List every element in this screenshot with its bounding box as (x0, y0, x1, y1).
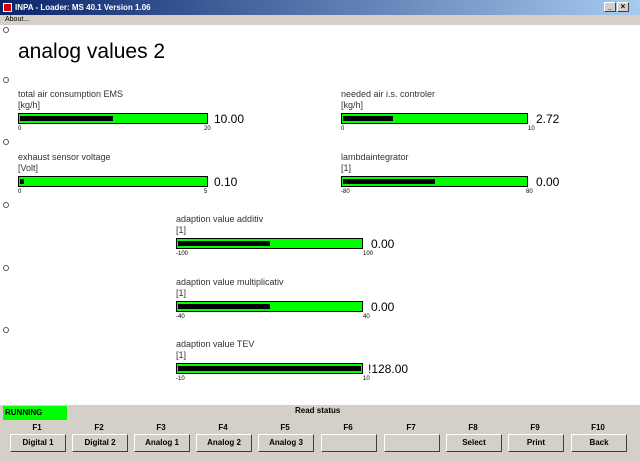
gauge-unit: [1] (176, 225, 187, 235)
window-title: INPA - Loader: MS 40.1 Version 1.06 (15, 3, 151, 12)
f6-button[interactable] (321, 434, 377, 452)
fkey-label-f5: F5 (280, 423, 290, 432)
gauge-min: -80 (341, 189, 350, 195)
f7-button[interactable] (384, 434, 440, 452)
gauge-bar (18, 113, 208, 124)
minimize-icon[interactable]: _ (604, 2, 616, 12)
menu-about[interactable]: About... (5, 15, 29, 25)
gauge-fill (20, 116, 113, 121)
gauge-value: 10.00 (214, 112, 245, 126)
gauge-label: exhaust sensor voltage (18, 152, 111, 162)
gauge-adaption-multiplicativ: adaption value multiplicativ [1] 0.00 -4… (176, 277, 436, 325)
row-marker-icon (3, 202, 9, 208)
gauge-label: adaption value additiv (176, 214, 264, 224)
gauge-bar (341, 176, 528, 187)
analog-3-button[interactable]: Analog 3 (258, 434, 314, 452)
gauge-adaption-additiv: adaption value additiv [1] 0.00 -100 100 (176, 214, 436, 262)
fkey-label-f10: F10 (591, 423, 605, 432)
select-button[interactable]: Select (446, 434, 502, 452)
fkey-label-f7: F7 (406, 423, 416, 432)
gauge-max: 10 (528, 126, 535, 132)
gauge-unit: [kg/h] (341, 100, 364, 110)
row-marker-icon (3, 139, 9, 145)
gauge-max: 100 (363, 251, 374, 257)
close-icon[interactable]: × (617, 2, 629, 12)
gauge-label: total air consumption EMS (18, 89, 124, 99)
gauge-exhaust-sensor-voltage: exhaust sensor voltage [Volt] 0.10 0 5 (18, 152, 258, 200)
fkey-label-f8: F8 (468, 423, 478, 432)
gauge-unit: [1] (341, 163, 352, 173)
gauge-fill (343, 179, 435, 184)
gauge-bar (18, 176, 208, 187)
digital-1-button[interactable]: Digital 1 (10, 434, 66, 452)
gauge-min: 0 (18, 126, 22, 132)
status-read: Read status (295, 406, 341, 415)
gauge-value: 0.00 (371, 300, 395, 314)
fkey-label-f4: F4 (218, 423, 228, 432)
gauge-value: 0.00 (371, 237, 395, 251)
gauge-label: lambdaintegrator (341, 152, 409, 162)
row-marker-icon (3, 27, 9, 33)
back-button[interactable]: Back (571, 434, 627, 452)
gauge-min: -10 (176, 376, 185, 382)
gauge-label: adaption value multiplicativ (176, 277, 284, 287)
gauge-label: needed air i.s. controler (341, 89, 436, 99)
gauge-adaption-tev: adaption value TEV [1] !128.00 -10 10 (176, 339, 436, 387)
gauge-unit: [kg/h] (18, 100, 41, 110)
title-bar: INPA - Loader: MS 40.1 Version 1.06 _ × (0, 0, 640, 15)
gauge-max: 80 (526, 189, 533, 195)
gauge-min: 0 (341, 126, 345, 132)
menu-bar: About... (0, 15, 640, 25)
row-marker-icon (3, 327, 9, 333)
gauge-min: -100 (176, 251, 189, 257)
gauge-value: 0.00 (536, 175, 560, 189)
gauge-fill (178, 366, 361, 371)
gauge-lambdaintegrator: lambdaintegrator [1] 0.00 -80 80 (341, 152, 581, 200)
gauge-max: 5 (204, 189, 208, 195)
row-marker-icon (3, 77, 9, 83)
gauge-value: 2.72 (536, 112, 560, 126)
page-title: analog values 2 (18, 40, 166, 63)
gauge-fill (178, 304, 270, 309)
gauge-fill (178, 241, 270, 246)
analog-2-button[interactable]: Analog 2 (196, 434, 252, 452)
content-area: analog values 2 total air consumption EM… (0, 25, 640, 405)
gauge-bar (341, 113, 528, 124)
row-marker-icon (3, 265, 9, 271)
fkey-label-f9: F9 (530, 423, 540, 432)
analog-1-button[interactable]: Analog 1 (134, 434, 190, 452)
gauge-total-air-consumption: total air consumption EMS [kg/h] 10.00 0… (18, 89, 258, 137)
gauge-fill (20, 179, 24, 184)
gauge-label: adaption value TEV (176, 339, 255, 349)
gauge-bar (176, 301, 363, 312)
gauge-unit: [1] (176, 288, 187, 298)
print-button[interactable]: Print (508, 434, 564, 452)
gauge-max: 20 (204, 126, 211, 132)
digital-2-button[interactable]: Digital 2 (72, 434, 128, 452)
gauge-needed-air: needed air i.s. controler [kg/h] 2.72 0 … (341, 89, 581, 137)
gauge-max: 10 (363, 376, 370, 382)
gauge-bar (176, 238, 363, 249)
gauge-min: -40 (176, 314, 185, 320)
status-running: RUNNING (3, 406, 67, 420)
gauge-fill (343, 116, 393, 121)
fkey-label-f2: F2 (94, 423, 104, 432)
fkey-label-f6: F6 (343, 423, 353, 432)
gauge-bar (176, 363, 363, 374)
app-icon (3, 3, 12, 12)
gauge-unit: [Volt] (18, 163, 39, 173)
fkey-label-f1: F1 (32, 423, 42, 432)
gauge-unit: [1] (176, 350, 187, 360)
gauge-value: !128.00 (368, 362, 409, 376)
gauge-min: 0 (18, 189, 22, 195)
gauge-value: 0.10 (214, 175, 238, 189)
fkey-label-f3: F3 (156, 423, 166, 432)
gauge-max: 40 (363, 314, 370, 320)
